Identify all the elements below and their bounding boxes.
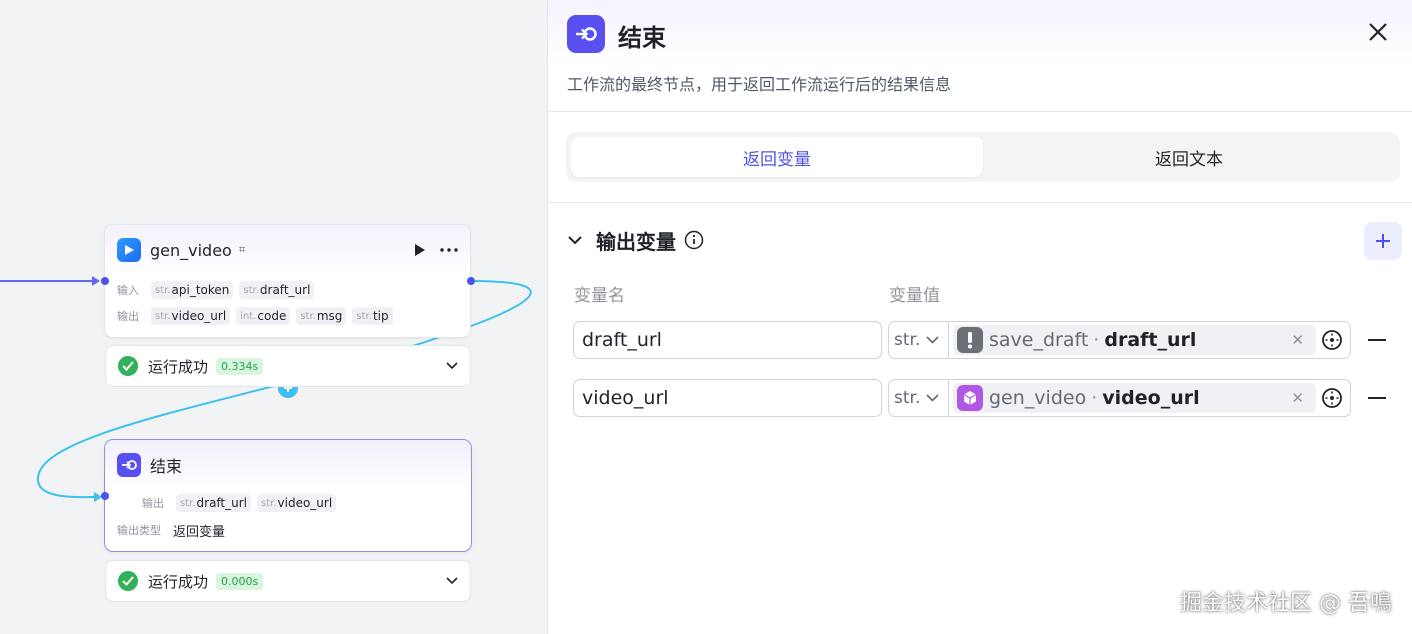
node-inputs-row: 输入 str. api_token str. draft_url xyxy=(105,277,470,303)
variable-value-field: str. gen_video · video_url ✕ xyxy=(888,379,1351,417)
output-chip: str. tip xyxy=(352,307,393,325)
tab-return-variables[interactable]: 返回变量 xyxy=(571,137,983,177)
end-node-config-panel: 结束 工作流的最终节点，用于返回工作流运行后的结果信息 返回变量 返回文本 输出… xyxy=(547,0,1412,634)
run-icon[interactable] xyxy=(414,243,426,257)
node-title: gen_video xyxy=(150,240,232,260)
tab-return-text[interactable]: 返回文本 xyxy=(983,137,1395,177)
panel-header: 结束 工作流的最终节点，用于返回工作流运行后的结果信息 xyxy=(548,0,1412,112)
status-text: 运行成功 xyxy=(148,357,209,376)
video-plugin-icon xyxy=(117,238,141,262)
type-select-value: str. xyxy=(894,330,921,350)
type-select[interactable]: str. xyxy=(889,380,949,416)
variable-picker-icon[interactable] xyxy=(1320,386,1344,410)
type-select[interactable]: str. xyxy=(889,322,949,358)
variable-name-input[interactable]: draft_url xyxy=(573,321,882,359)
more-icon[interactable] xyxy=(440,248,458,252)
plus-icon xyxy=(1376,234,1390,248)
divider xyxy=(548,202,1412,203)
gen-video-input-port[interactable] xyxy=(101,277,109,285)
inputs-label: 输入 xyxy=(117,284,139,297)
output-chip: int. code xyxy=(236,307,291,325)
gen-video-node[interactable]: gen_video ⌗ 输入 str. api_token str. draft_u… xyxy=(104,224,471,338)
variable-name-input[interactable]: video_url xyxy=(573,379,882,417)
plugin-badge-icon: ⌗ xyxy=(238,243,246,256)
node-outputs-row: 输出 str. video_url int. code str. msg str. ti… xyxy=(105,303,470,329)
variable-reference[interactable]: save_draft · draft_url ✕ xyxy=(953,325,1316,355)
chevron-down-icon[interactable] xyxy=(446,577,458,585)
run-time-badge: 0.334s xyxy=(216,357,264,375)
end-run-status[interactable]: 运行成功 0.000s xyxy=(105,560,471,602)
chevron-down-icon xyxy=(926,336,939,344)
node-outputs-row: 输出 str. draft_url str. video_url xyxy=(105,490,471,516)
variable-value-field: str. save_draft · draft_url ✕ xyxy=(888,321,1351,359)
end-input-port[interactable] xyxy=(101,492,109,500)
output-type-row: 输出类型 返回变量 xyxy=(105,516,471,544)
ref-field-name: video_url xyxy=(1102,387,1200,409)
cube-icon xyxy=(957,385,983,411)
output-chip: str. video_url xyxy=(151,307,231,325)
info-icon[interactable] xyxy=(684,230,704,250)
variable-picker-icon[interactable] xyxy=(1320,328,1344,352)
outputs-label: 输出 xyxy=(117,310,139,323)
ref-separator: · xyxy=(1091,387,1098,409)
outputs-label: 输出 xyxy=(142,497,164,510)
column-header-name: 变量名 xyxy=(574,286,625,306)
watermark: 掘金技术社区 @ 吾鳴 xyxy=(1180,591,1392,616)
clear-reference-icon[interactable]: ✕ xyxy=(1291,331,1304,349)
type-select-value: str. xyxy=(894,388,921,408)
gen-video-run-status[interactable]: 运行成功 0.334s xyxy=(105,345,471,387)
add-variable-button[interactable] xyxy=(1364,222,1402,260)
incoming-edge-arrow xyxy=(92,276,100,286)
run-time-badge: 0.000s xyxy=(216,572,264,590)
output-type-label: 输出类型 xyxy=(117,524,161,537)
node-header: 结束 xyxy=(105,440,471,490)
node-title: 结束 xyxy=(150,457,183,476)
output-type-value: 返回变量 xyxy=(173,524,226,540)
chevron-down-icon[interactable] xyxy=(568,235,582,245)
panel-description: 工作流的最终节点，用于返回工作流运行后的结果信息 xyxy=(567,75,952,94)
remove-row-button[interactable] xyxy=(1368,397,1386,399)
output-variables-section-header[interactable]: 输出变量 xyxy=(568,222,704,258)
input-chip: str. api_token xyxy=(151,281,234,299)
input-chip: str. draft_url xyxy=(239,281,315,299)
close-icon[interactable] xyxy=(1366,20,1390,44)
output-mode-tabs: 返回变量 返回文本 xyxy=(566,132,1400,182)
end-node-icon xyxy=(567,15,605,53)
end-node[interactable]: 结束 输出 str. draft_url str. video_url 输出类型 返… xyxy=(104,439,472,552)
gen-video-output-port[interactable] xyxy=(467,277,475,285)
column-header-value: 变量值 xyxy=(889,286,940,306)
panel-title: 结束 xyxy=(618,24,666,52)
output-chip: str. msg xyxy=(296,307,347,325)
section-title: 输出变量 xyxy=(596,229,676,254)
remove-row-button[interactable] xyxy=(1368,339,1386,341)
output-chip: str. video_url xyxy=(257,494,337,512)
clear-reference-icon[interactable]: ✕ xyxy=(1291,389,1304,407)
exclamation-icon xyxy=(957,327,983,353)
variable-reference[interactable]: gen_video · video_url ✕ xyxy=(953,383,1316,413)
ref-field-name: draft_url xyxy=(1104,329,1197,351)
ref-separator: · xyxy=(1093,329,1100,351)
end-node-icon xyxy=(117,453,141,477)
ref-node-name: gen_video xyxy=(989,387,1087,409)
output-chip: str. draft_url xyxy=(176,494,252,512)
status-text: 运行成功 xyxy=(148,572,209,591)
success-check-icon xyxy=(118,356,138,376)
chevron-down-icon[interactable] xyxy=(446,362,458,370)
node-header: gen_video ⌗ xyxy=(105,225,470,275)
chevron-down-icon xyxy=(926,394,939,402)
ref-node-name: save_draft xyxy=(989,329,1089,351)
success-check-icon xyxy=(118,571,138,591)
workflow-canvas[interactable]: gen_video ⌗ 输入 str. api_token str. draft_u… xyxy=(0,0,548,634)
